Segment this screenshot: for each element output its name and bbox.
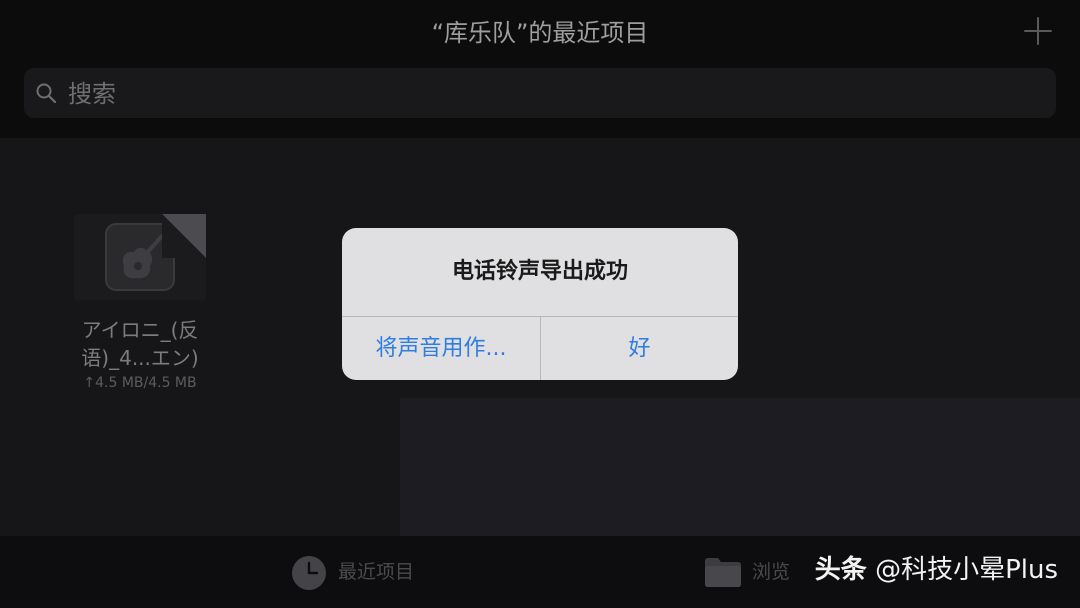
alert-title: 电话铃声导出成功 bbox=[451, 259, 628, 284]
project-name-line2: 语)_4...エン) bbox=[81, 346, 199, 370]
tab-browse[interactable]: 浏览 bbox=[704, 536, 804, 608]
project-size: ↑4.5 MB/4.5 MB bbox=[83, 375, 197, 391]
background-shade bbox=[400, 398, 1080, 536]
project-thumbnail bbox=[74, 214, 206, 300]
shared-corner-icon bbox=[162, 214, 206, 258]
search-bar[interactable] bbox=[24, 68, 1056, 120]
page-title: “库乐队”的最近项目 bbox=[431, 19, 649, 47]
tab-browse-label: 浏览 bbox=[752, 561, 791, 583]
search-icon bbox=[36, 83, 57, 104]
clock-icon bbox=[292, 556, 326, 590]
export-success-alert: 电话铃声导出成功 将声音用作... 好 bbox=[342, 228, 738, 380]
ok-button[interactable]: 好 bbox=[541, 317, 738, 380]
tab-recent-label: 最近项目 bbox=[338, 561, 415, 583]
watermark-handle: @科技小晕Plus bbox=[875, 555, 1058, 585]
project-item[interactable]: アイロニ_(反 语)_4...エン) ↑4.5 MB/4.5 MB bbox=[50, 210, 230, 410]
navigation-bar: “库乐队”的最近项目 bbox=[0, 0, 1080, 138]
tab-recent[interactable]: 最近项目 bbox=[290, 536, 430, 608]
watermark-brand: 头条 bbox=[814, 555, 867, 585]
project-name-line1: アイロニ_(反 bbox=[81, 318, 199, 342]
search-input[interactable] bbox=[66, 68, 1030, 120]
watermark: 头条 @科技小晕Plus bbox=[815, 548, 1058, 592]
folder-icon bbox=[705, 558, 741, 587]
project-name: アイロニ_(反 语)_4...エン) bbox=[50, 316, 230, 372]
plus-icon[interactable] bbox=[1024, 17, 1052, 45]
use-sound-as-button[interactable]: 将声音用作... bbox=[342, 317, 540, 380]
